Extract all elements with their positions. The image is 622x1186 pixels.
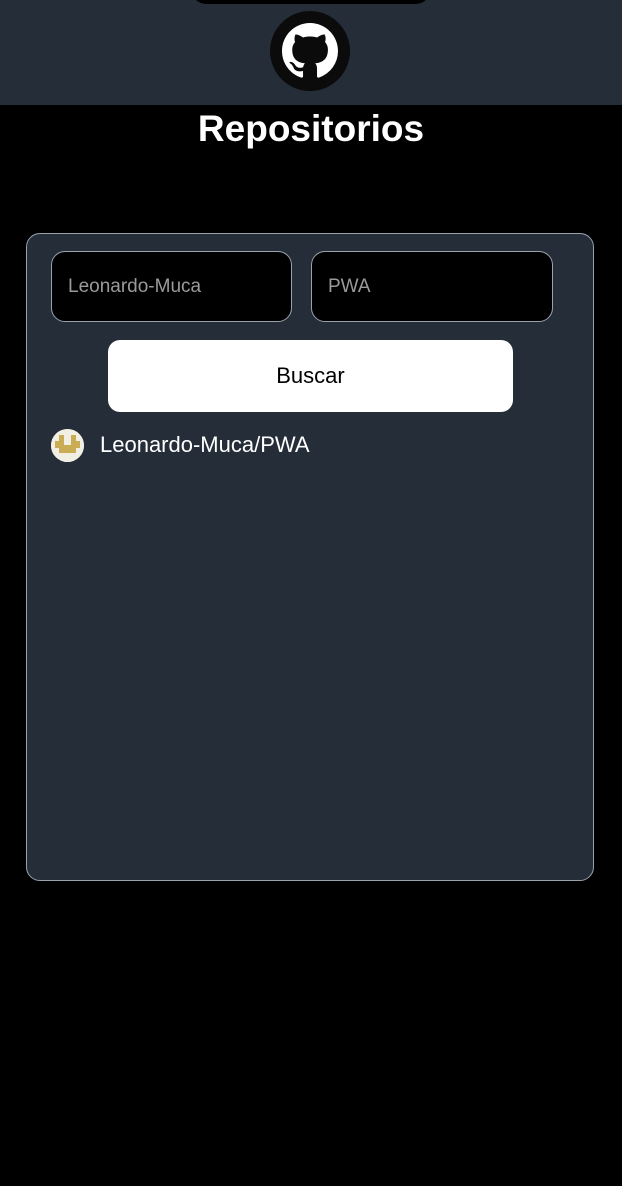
app-header xyxy=(0,0,622,105)
list-item[interactable]: Leonardo-Muca/PWA xyxy=(51,428,310,462)
page-title: Repositorios xyxy=(197,108,425,149)
username-input[interactable] xyxy=(51,251,292,322)
github-logo[interactable] xyxy=(270,11,350,91)
device-notch xyxy=(192,0,430,4)
search-panel: Buscar Leonardo-Muca/PWA xyxy=(26,233,594,881)
avatar-icon xyxy=(51,428,84,462)
identicon-avatar xyxy=(51,428,84,462)
repository-input[interactable] xyxy=(311,251,553,322)
repository-name[interactable]: Leonardo-Muca/PWA xyxy=(100,430,310,460)
search-button[interactable]: Buscar xyxy=(108,340,513,412)
github-icon xyxy=(282,23,338,78)
